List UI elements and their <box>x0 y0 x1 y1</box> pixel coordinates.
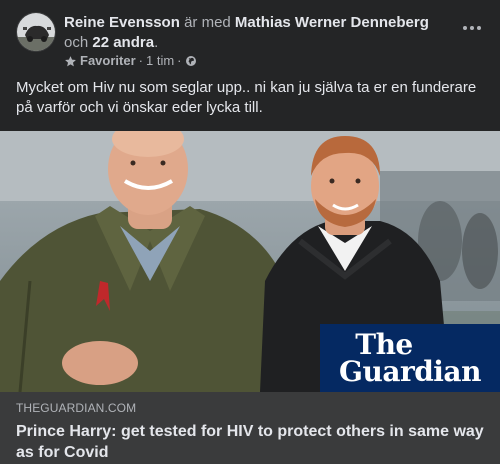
audience-label[interactable]: Favoriter <box>80 53 136 69</box>
link-preview-image[interactable]: The Guardian <box>0 131 500 392</box>
guardian-logo-line2: Guardian <box>339 354 481 388</box>
facebook-post: Reine Evensson är med Mathias Werner Den… <box>0 0 500 464</box>
avatar[interactable] <box>16 12 56 52</box>
and-label: och <box>64 34 89 51</box>
guardian-logo: The Guardian <box>320 324 500 392</box>
post-time[interactable]: 1 tim <box>146 53 174 69</box>
meta-separator: · <box>138 53 143 68</box>
post-text: Mycket om Hiv nu som seglar upp.. ni kan… <box>16 79 477 116</box>
tagged-others[interactable]: 22 andra <box>92 34 154 51</box>
globe-icon <box>185 56 196 66</box>
period: . <box>154 34 159 51</box>
meta-separator-2: · <box>177 53 182 68</box>
post-header: Reine Evensson är med Mathias Werner Den… <box>16 12 484 72</box>
author-name[interactable]: Reine Evensson <box>64 14 180 31</box>
star-icon <box>65 55 76 66</box>
link-preview-card[interactable]: THEGUARDIAN.COM Prince Harry: get tested… <box>0 392 500 464</box>
post-meta: Favoriter · 1 tim · <box>64 53 197 69</box>
with-label: är med <box>184 14 231 31</box>
post-attribution: Reine Evensson är med Mathias Werner Den… <box>64 13 448 53</box>
tagged-person[interactable]: Mathias Werner Denneberg <box>235 14 429 31</box>
link-domain: THEGUARDIAN.COM <box>16 401 137 415</box>
more-options-icon[interactable] <box>458 18 486 38</box>
link-title[interactable]: Prince Harry: get tested for HIV to prot… <box>16 421 484 463</box>
